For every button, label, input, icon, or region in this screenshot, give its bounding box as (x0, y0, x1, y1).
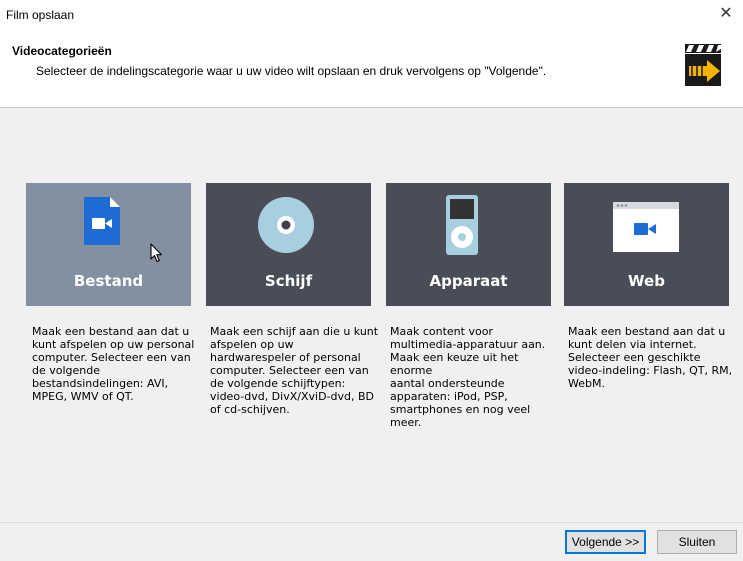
mouse-cursor-icon (150, 243, 163, 263)
category-card-apparaat[interactable]: Apparaat (386, 183, 551, 306)
file-video-icon (84, 197, 120, 245)
disc-icon (258, 197, 314, 253)
title-bar: Film opslaan ✕ (0, 0, 743, 30)
media-player-device-icon (446, 195, 478, 255)
category-label: Apparaat (429, 272, 508, 290)
clapperboard-arrow-icon (685, 44, 721, 86)
category-panel: Bestand Schijf Apparaat Web Maak een bes… (0, 108, 743, 522)
category-label: Schijf (264, 272, 313, 290)
category-card-schijf[interactable]: Schijf (206, 183, 371, 306)
header-title: Videocategorieën (12, 44, 112, 58)
browser-video-icon (613, 202, 679, 252)
category-label: Bestand (73, 272, 144, 290)
window-title: Film opslaan (6, 8, 75, 22)
dialog-footer: Volgende >> Sluiten (0, 523, 743, 561)
category-card-bestand[interactable]: Bestand (26, 183, 191, 306)
close-button[interactable]: Sluiten (657, 530, 737, 554)
header-subtitle: Selecteer de indelingscategorie waar u u… (36, 64, 547, 78)
category-description-apparaat: Maak content voor multimedia-apparatuur … (390, 325, 546, 429)
category-description-web: Maak een bestand aan dat u kunt delen vi… (568, 325, 733, 390)
dialog-header: Videocategorieën Selecteer de indelingsc… (0, 30, 743, 108)
close-icon[interactable]: ✕ (717, 5, 735, 23)
category-card-web[interactable]: Web (564, 183, 729, 306)
category-label: Web (628, 272, 665, 290)
category-description-schijf: Maak een schijf aan die u kunt afspelen … (210, 325, 379, 416)
next-button[interactable]: Volgende >> (565, 530, 646, 554)
category-description-bestand: Maak een bestand aan dat u kunt afspelen… (32, 325, 195, 403)
